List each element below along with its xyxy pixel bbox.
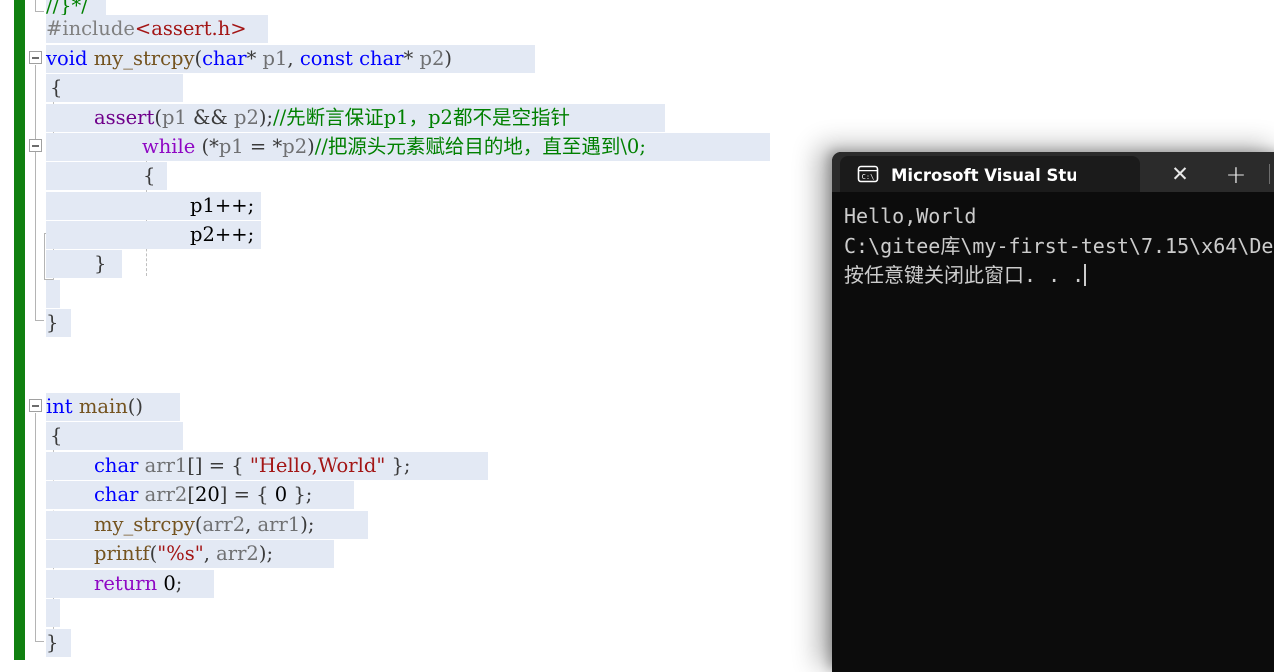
code-token-brace-close: } (46, 631, 59, 654)
code-token-char-4: char (94, 483, 139, 506)
code-token-group: assert(p1 && p2);//先断言保证p1，p2都不是空指针 (94, 106, 570, 129)
code-token-call-my-strcpy: my_strcpy (94, 513, 195, 536)
code-token-group: void my_strcpy(char* p1, const char* p2) (46, 47, 452, 70)
code-token-group: printf("%s", arr2); (94, 542, 274, 565)
console-output-area[interactable]: Hello,World C:\gitee库\my-first-test\7.15… (832, 192, 1274, 672)
code-token-arr2-c: arr2 (216, 542, 259, 565)
code-token-p2-c: p2 (282, 135, 308, 158)
code-token-brace-close: } (46, 311, 59, 334)
code-line[interactable]: { (0, 73, 1274, 102)
code-token-group: my_strcpy(arr2, arr1); (94, 513, 315, 536)
code-token-p2-increment: p2++; (190, 223, 255, 246)
code-token-p1-b: p1 (161, 106, 187, 129)
code-token-group: char arr1[] = { "Hello,World" }; (94, 454, 411, 477)
console-output-line-with-cursor: 按任意键关闭此窗口. . . (844, 261, 1274, 291)
code-token-brace-open: { (50, 424, 63, 447)
code-token-char-3: char (94, 454, 139, 477)
code-token-const: const (299, 47, 353, 70)
console-tab-title: Microsoft Visual Studio 调试控制台 (891, 166, 1076, 185)
code-token-return: return (94, 572, 158, 595)
code-token-brace-open: { (143, 164, 156, 187)
close-icon[interactable]: ✕ (1162, 156, 1198, 192)
console-window[interactable]: C:\ Microsoft Visual Studio 调试控制台 ✕ + He… (832, 152, 1274, 672)
code-token-group: return 0; (94, 572, 183, 595)
console-tab[interactable]: C:\ Microsoft Visual Studio 调试控制台 (840, 156, 1140, 192)
code-token-group: char arr2[20] = { 0 }; (94, 483, 313, 506)
code-line[interactable]: void my_strcpy(char* p1, const char* p2) (0, 44, 1274, 73)
console-title-bar[interactable]: C:\ Microsoft Visual Studio 调试控制台 ✕ + (832, 152, 1274, 192)
code-token-arr1-a: arr1 (144, 454, 188, 477)
code-token-str-hello: "Hello,World" (249, 454, 386, 477)
code-token-assert: assert (94, 106, 155, 129)
code-line[interactable]: assert(p1 && p2);//先断言保证p1，p2都不是空指针 (0, 103, 1274, 132)
code-token-arr2-a: arr2 (144, 483, 188, 506)
code-token-group: while (*p1 = *p2)//把源头元素赋给目的地，直至遇到\0; (142, 135, 646, 158)
code-token-void: void (46, 47, 88, 70)
code-token-include: #include (46, 17, 135, 40)
code-line[interactable]: #include<assert.h> (0, 14, 1274, 43)
code-token-comment-while: //把源头元素赋给目的地，直至遇到\0; (314, 135, 646, 158)
code-token-num-20: 20 (194, 483, 220, 506)
code-token-group: int main() (46, 395, 143, 418)
titlebar-divider (1269, 164, 1270, 184)
code-token-p1-c: p1 (218, 135, 244, 158)
text-cursor (1084, 264, 1087, 286)
code-token-fn-main: main (78, 395, 128, 418)
code-token-char-2: char (359, 47, 404, 70)
code-token-p2-b: p2 (233, 106, 259, 129)
code-token-p1-a: p1 (262, 47, 288, 70)
code-token-while: while (142, 135, 196, 158)
code-token-arr1-b: arr1 (257, 513, 301, 536)
code-token-num-0: 0 (274, 483, 288, 506)
code-token-str-format: "%s" (157, 542, 204, 565)
terminal-cmd-icon: C:\ (857, 163, 879, 185)
code-token-header: <assert.h> (134, 17, 247, 40)
console-output-line: Hello,World (844, 204, 977, 228)
code-token-call-printf: printf (94, 542, 150, 565)
code-token-comment-assert: //先断言保证p1，p2都不是空指针 (273, 106, 570, 129)
console-output-text: 按任意键关闭此窗口. . . (844, 263, 1085, 287)
console-output-line: C:\gitee库\my-first-test\7.15\x64\Debug\7… (844, 233, 1274, 258)
code-token-brace-open: { (50, 76, 63, 99)
code-token-int: int (46, 395, 73, 418)
new-tab-icon[interactable]: + (1218, 156, 1254, 192)
code-token-arr2-b: arr2 (202, 513, 246, 536)
code-token-fn-my-strcpy: my_strcpy (93, 47, 195, 70)
code-token-group: #include<assert.h> (46, 14, 247, 43)
code-token-p2-a: p2 (419, 47, 445, 70)
code-token-p1-increment: p1++; (190, 194, 255, 217)
code-token-return-value: 0 (163, 572, 176, 595)
code-token-char-1: char (202, 47, 247, 70)
code-token-brace-close: } (94, 252, 107, 275)
svg-text:C:\: C:\ (862, 173, 875, 181)
